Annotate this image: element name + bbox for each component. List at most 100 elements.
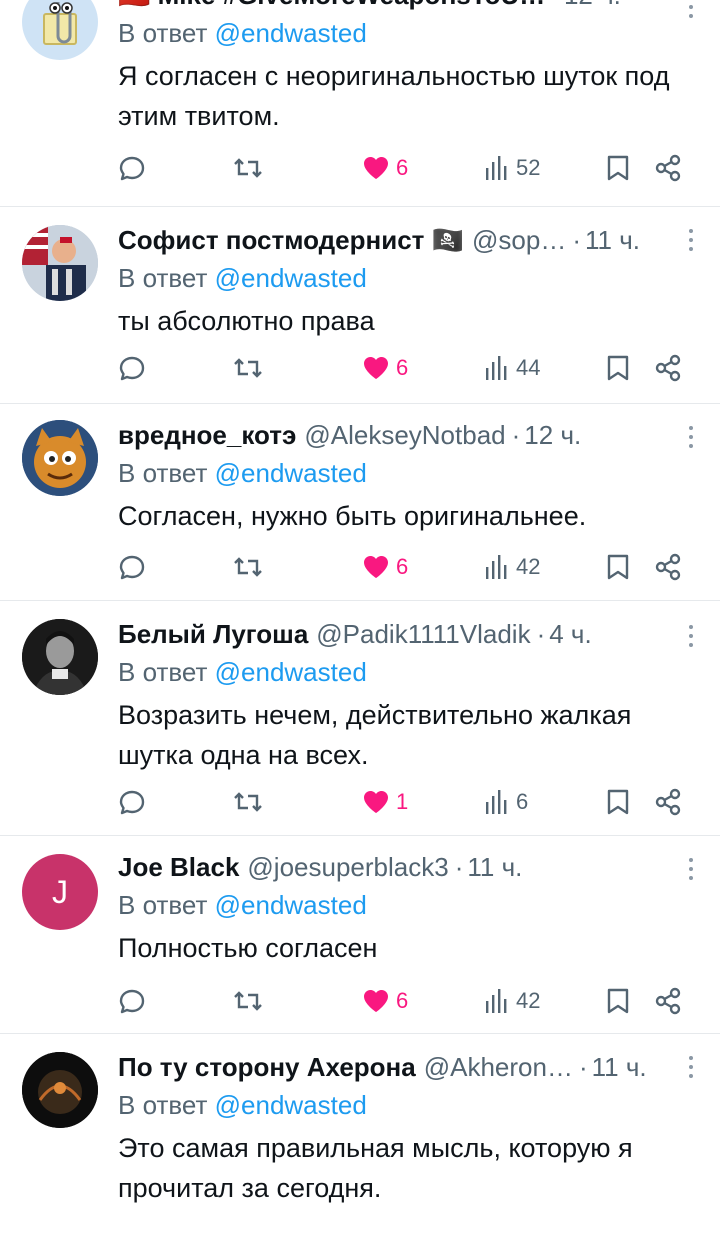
- display-name[interactable]: По ту сторону Ахерона: [118, 1050, 416, 1084]
- timestamp[interactable]: 11 ч.: [592, 1050, 647, 1084]
- timestamp[interactable]: 12 ч.: [524, 418, 581, 452]
- more-options-icon[interactable]: [688, 229, 694, 256]
- retweet-button[interactable]: [232, 351, 264, 385]
- avatar[interactable]: [22, 225, 98, 301]
- user-handle[interactable]: @joesuperblack3: [247, 850, 448, 884]
- reply-mention[interactable]: @endwasted: [215, 263, 367, 293]
- share-button[interactable]: [654, 785, 682, 819]
- like-count: 6: [396, 988, 409, 1013]
- bookmark-button[interactable]: [606, 351, 630, 385]
- avatar[interactable]: [22, 619, 98, 695]
- more-options-icon[interactable]: [688, 625, 694, 652]
- tweet[interactable]: Софист постмодернист 🏴‍☠️ @sop… · 11 ч. …: [0, 207, 720, 404]
- more-options-icon[interactable]: [688, 0, 694, 23]
- tweet[interactable]: J Joe Black @joesuperblack3 · 11 ч. В от…: [0, 836, 720, 1034]
- action-bar: 6 52: [118, 151, 690, 185]
- reply-button[interactable]: [118, 351, 146, 385]
- avatar-letter: J: [52, 873, 68, 910]
- retweet-button[interactable]: [232, 984, 264, 1018]
- reply-mention[interactable]: @endwasted: [215, 458, 367, 488]
- more-options-icon[interactable]: [688, 1056, 694, 1083]
- more-options-icon[interactable]: [688, 858, 694, 885]
- like-button[interactable]: 6: [362, 151, 408, 185]
- tweet-header: Софист постмодернист 🏴‍☠️ @sop… · 11 ч.: [118, 223, 690, 257]
- timestamp[interactable]: 11 ч.: [585, 223, 640, 257]
- reply-context: В ответ @endwasted: [118, 1088, 690, 1122]
- views-button[interactable]: 6: [484, 785, 528, 819]
- avatar[interactable]: [22, 1052, 98, 1128]
- timestamp[interactable]: 12 ч.: [564, 0, 621, 12]
- action-bar: 16: [118, 785, 690, 819]
- like-button[interactable]: 6: [362, 351, 408, 385]
- like-button[interactable]: 1: [362, 785, 408, 819]
- display-name[interactable]: 🇷🇺 Mike #GiveMoreWeaponsToU…: [118, 0, 545, 12]
- more-options-icon[interactable]: [688, 426, 694, 453]
- like-button[interactable]: 6: [362, 984, 408, 1018]
- reply-button[interactable]: [118, 785, 146, 819]
- like-icon: [362, 554, 390, 580]
- action-bar: 6 44: [118, 351, 690, 385]
- user-handle[interactable]: @AlekseyNotbad: [304, 418, 505, 452]
- tweet[interactable]: Белый Лугоша @Padik1111Vladik · 4 ч. В о…: [0, 601, 720, 836]
- like-button[interactable]: 6: [362, 550, 408, 584]
- share-icon: [654, 154, 682, 182]
- timestamp[interactable]: 4 ч.: [549, 617, 591, 651]
- like-icon: [362, 155, 390, 181]
- retweet-button[interactable]: [232, 550, 264, 584]
- retweet-icon: [232, 354, 264, 382]
- tweet-text: Я согласен с неоригинальностью шуток под…: [118, 61, 670, 131]
- bookmark-button[interactable]: [606, 151, 630, 185]
- views-button[interactable]: 42: [484, 984, 540, 1018]
- like-count: 6: [396, 355, 409, 380]
- share-button[interactable]: [654, 351, 682, 385]
- tweet-text: ты абсолютно права: [118, 306, 375, 336]
- bookmark-button[interactable]: [606, 984, 630, 1018]
- display-name[interactable]: Joe Black: [118, 850, 239, 884]
- bookmark-button[interactable]: [606, 785, 630, 819]
- avatar[interactable]: J: [22, 854, 98, 930]
- retweet-icon: [232, 553, 264, 581]
- views-count: 6: [516, 789, 529, 814]
- display-name[interactable]: Белый Лугоша: [118, 617, 308, 651]
- tweet[interactable]: 🇷🇺 Mike #GiveMoreWeaponsToU… · 12 ч. В о…: [0, 0, 720, 207]
- share-button[interactable]: [654, 984, 682, 1018]
- views-icon: [484, 553, 510, 581]
- views-count: 44: [516, 355, 541, 380]
- photo-avatar-icon: [22, 225, 98, 301]
- timestamp[interactable]: 11 ч.: [467, 850, 522, 884]
- avatar[interactable]: [22, 420, 98, 496]
- tweet[interactable]: По ту сторону Ахерона @Akheron… · 11 ч. …: [0, 1034, 720, 1234]
- reply-button[interactable]: [118, 550, 146, 584]
- reply-mention[interactable]: @endwasted: [215, 1090, 367, 1120]
- share-button[interactable]: [654, 550, 682, 584]
- views-button[interactable]: 44: [484, 351, 540, 385]
- reply-mention[interactable]: @endwasted: [215, 890, 367, 920]
- reply-mention[interactable]: @endwasted: [215, 18, 367, 48]
- reply-button[interactable]: [118, 984, 146, 1018]
- separator-dot: ·: [511, 420, 521, 450]
- views-button[interactable]: 42: [484, 550, 540, 584]
- retweet-button[interactable]: [232, 785, 264, 819]
- reply-button[interactable]: [118, 151, 146, 185]
- views-button[interactable]: 52: [484, 151, 540, 185]
- user-handle[interactable]: @sop…: [472, 223, 566, 257]
- views-icon: [484, 788, 510, 816]
- display-name[interactable]: Софист постмодернист 🏴‍☠️: [118, 223, 464, 257]
- like-count: 6: [396, 554, 409, 579]
- display-name[interactable]: вредное_котэ: [118, 418, 296, 452]
- user-handle[interactable]: @Akheron…: [424, 1050, 573, 1084]
- reply-prefix: В ответ: [118, 890, 208, 920]
- retweet-button[interactable]: [232, 151, 264, 185]
- bookmark-button[interactable]: [606, 550, 630, 584]
- avatar[interactable]: [22, 0, 98, 60]
- reply-icon: [118, 154, 146, 182]
- user-handle[interactable]: @Padik1111Vladik: [316, 617, 530, 651]
- retweet-icon: [232, 987, 264, 1015]
- tweet[interactable]: вредное_котэ @AlekseyNotbad · 12 ч. В от…: [0, 404, 720, 601]
- share-icon: [654, 354, 682, 382]
- share-button[interactable]: [654, 151, 682, 185]
- separator-dot: ·: [454, 852, 464, 882]
- reply-mention[interactable]: @endwasted: [215, 657, 367, 687]
- clippy-icon: [43, 2, 77, 45]
- views-count: 42: [516, 554, 541, 579]
